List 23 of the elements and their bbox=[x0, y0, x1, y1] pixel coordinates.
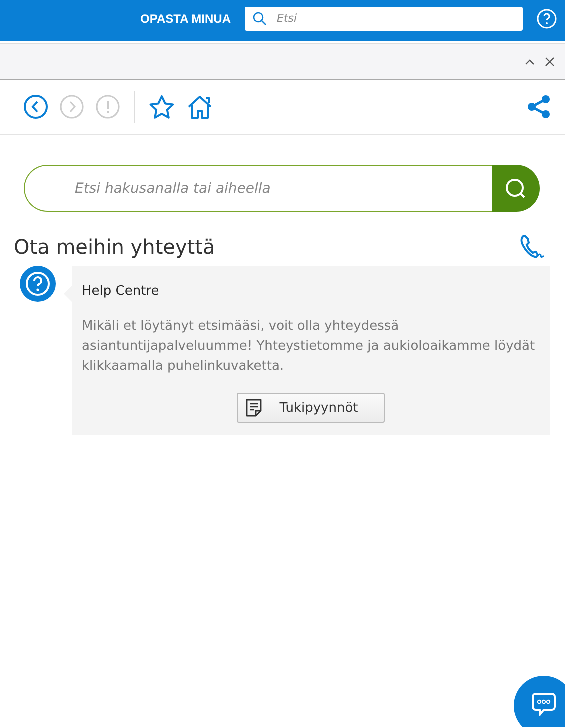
help-icon[interactable] bbox=[537, 8, 557, 28]
collapse-icon[interactable] bbox=[525, 58, 535, 64]
note-icon bbox=[246, 399, 262, 417]
section-title: Ota meihin yhteyttä bbox=[14, 235, 216, 259]
home-icon[interactable] bbox=[187, 94, 213, 120]
guide-link[interactable]: OPASTA MINUA bbox=[140, 12, 231, 26]
sender-name: Help Centre bbox=[82, 284, 160, 299]
support-requests-button[interactable]: Tukipyynnöt bbox=[236, 393, 386, 423]
message-text: Mikäli et löytänyt etsimääsi, voit olla yhteydessä asiantuntijapalveluumme! Yhteystietomme ja aukioloaikamme löydät klikkaamalla puhelinkuvaketta. bbox=[82, 318, 536, 376]
search-field[interactable]: Etsi hakusanalla tai aiheella bbox=[24, 165, 492, 212]
phone-icon[interactable] bbox=[519, 234, 545, 260]
chat-button[interactable] bbox=[514, 676, 565, 727]
close-icon[interactable] bbox=[545, 56, 555, 66]
search-field[interactable]: Etsi bbox=[245, 6, 523, 30]
search-button[interactable] bbox=[492, 165, 540, 212]
star-icon[interactable] bbox=[149, 94, 175, 120]
help-icon bbox=[20, 266, 56, 302]
back-button[interactable] bbox=[24, 95, 48, 119]
share-icon[interactable] bbox=[527, 95, 551, 119]
forward-icon bbox=[60, 95, 84, 119]
search-icon bbox=[505, 178, 527, 200]
exclamation-icon bbox=[96, 95, 120, 119]
back-icon bbox=[24, 95, 48, 119]
